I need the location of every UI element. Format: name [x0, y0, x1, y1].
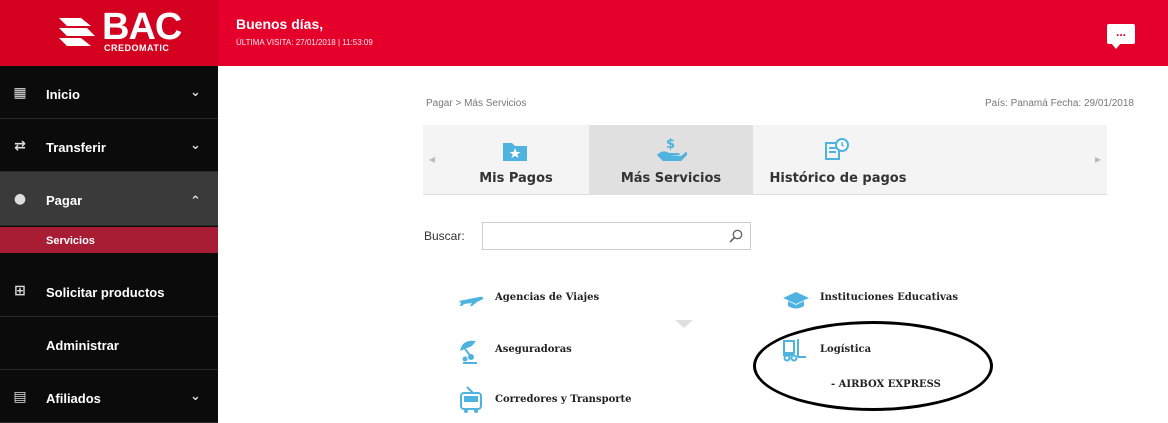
- category-label: Instituciones Educativas: [820, 292, 958, 303]
- last-visit: ÚLTIMA VISITA: 27/01/2018 | 11:53:09: [236, 38, 373, 47]
- chevron-left-icon[interactable]: ◂: [429, 152, 435, 166]
- sidebar-item-afiliados[interactable]: ▤ Afiliados ⌄: [0, 370, 218, 423]
- tab-label: Mis Pagos: [479, 171, 553, 186]
- sidebar-item-transferir[interactable]: ⇄ Transferir ⌄: [0, 119, 218, 172]
- forklift-icon: [783, 339, 806, 362]
- tab-historico-de-pagos[interactable]: Histórico de pagos: [753, 125, 923, 195]
- logo-subtext: CREDOMATIC: [104, 43, 170, 53]
- search-icon[interactable]: [729, 229, 743, 243]
- grid-icon: ▦: [13, 85, 27, 101]
- top-bar: BAC CREDOMATIC Buenos días, ÚLTIMA VISIT…: [0, 0, 1168, 66]
- subcategory-airbox-express[interactable]: - AIRBOX EXPRESS: [831, 379, 941, 390]
- logo[interactable]: BAC CREDOMATIC: [0, 0, 218, 66]
- sidebar-item-label: Transferir: [46, 140, 106, 155]
- category-label: Aseguradoras: [495, 344, 572, 355]
- sidebar-item-label: Administrar: [46, 338, 119, 353]
- bac-logo-icon: [59, 18, 95, 46]
- svg-text:$: $: [666, 137, 675, 152]
- highlight-ellipse: [753, 321, 993, 411]
- plus-box-icon: ⊞: [14, 283, 26, 299]
- tab-label: Histórico de pagos: [769, 171, 907, 186]
- transfer-icon: ⇄: [14, 138, 26, 154]
- moneybag-icon: ●: [13, 191, 27, 207]
- chevron-down-icon: ⌄: [190, 389, 201, 404]
- star-folder-icon: [503, 143, 527, 161]
- sidebar-item-label: Pagar: [46, 193, 83, 208]
- chevron-up-icon: ⌃: [190, 194, 201, 209]
- chat-bubble-icon[interactable]: ...: [1107, 24, 1135, 49]
- search-input[interactable]: [483, 223, 723, 249]
- sidebar-item-pagar[interactable]: ● Pagar ⌃: [0, 172, 218, 226]
- bus-icon: [460, 386, 482, 413]
- building-icon: ▤: [13, 389, 27, 405]
- chevron-down-icon: ⌄: [190, 85, 201, 100]
- greeting: Buenos días,: [236, 16, 324, 32]
- active-tab-caret: [675, 320, 693, 328]
- breadcrumb[interactable]: Pagar > Más Servicios: [426, 98, 526, 109]
- sidebar: ▦ Inicio ⌄ ⇄ Transferir ⌄ ● Pagar ⌃ Serv…: [0, 66, 218, 423]
- umbrella-icon: [460, 340, 477, 364]
- search-field: [482, 222, 751, 250]
- tab-mis-pagos[interactable]: Mis Pagos: [443, 125, 589, 195]
- chevron-right-icon[interactable]: ▸: [1095, 152, 1101, 166]
- sidebar-subitem-servicios[interactable]: Servicios: [0, 227, 218, 253]
- category-label: Logística: [820, 344, 872, 355]
- graduation-cap-icon: [783, 292, 809, 309]
- sidebar-item-label: Solicitar productos: [46, 285, 165, 300]
- tab-label: Más Servicios: [620, 171, 722, 186]
- search-label: Buscar:: [424, 229, 465, 243]
- history-doc-icon: [825, 138, 849, 160]
- airplane-icon: [459, 296, 484, 306]
- tab-mas-servicios[interactable]: $ Más Servicios: [589, 125, 753, 195]
- sidebar-item-administrar[interactable]: Administrar: [0, 317, 218, 370]
- sidebar-subitem-label: Servicios: [46, 235, 95, 247]
- sidebar-item-inicio[interactable]: ▦ Inicio ⌄: [0, 66, 218, 119]
- country-date: País: Panamá Fecha: 29/01/2018: [985, 98, 1134, 109]
- sidebar-item-solicitar-productos[interactable]: ⊞ Solicitar productos: [0, 264, 218, 317]
- category-label: Agencias de Viajes: [495, 292, 600, 303]
- sidebar-item-label: Afiliados: [46, 391, 101, 406]
- chevron-down-icon: ⌄: [190, 138, 201, 153]
- tab-bar: ◂ Mis Pagos $ Más Servicios Histórico de…: [423, 125, 1107, 328]
- hand-money-icon: $: [657, 137, 687, 161]
- category-label: Corredores y Transporte: [495, 394, 632, 405]
- sidebar-item-label: Inicio: [46, 87, 80, 102]
